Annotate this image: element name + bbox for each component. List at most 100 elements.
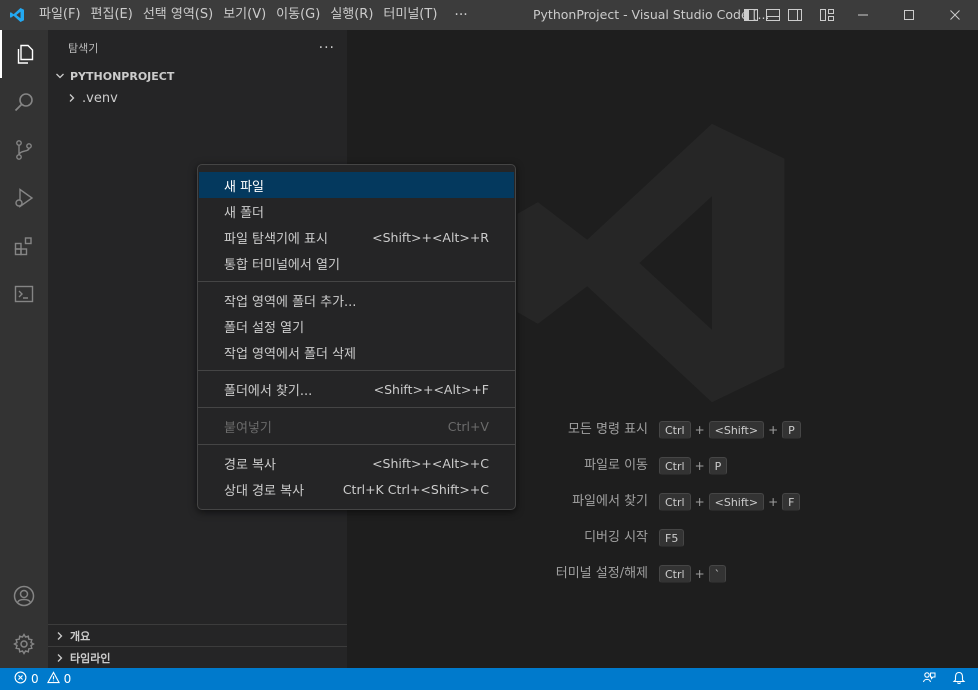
keycap: Ctrl — [659, 421, 691, 439]
problems-indicator[interactable]: 0 0 — [0, 671, 71, 687]
key-plus: + — [694, 567, 705, 581]
context-menu-item-label: 폴더 설정 열기 — [224, 320, 305, 336]
context-menu-item[interactable]: 통합 터미널에서 열기 — [198, 250, 515, 276]
run-debug-icon[interactable] — [0, 174, 48, 222]
shortcut-keys: Ctrl + P — [659, 457, 728, 475]
explorer-icon[interactable] — [0, 30, 48, 78]
window-title: PythonProject - Visual Studio Code [... — [533, 7, 770, 22]
project-section-header[interactable]: PYTHONPROJECT — [48, 65, 347, 87]
shortcut-hint-row: 디버깅 시작 F5 — [347, 526, 978, 550]
menu-item[interactable]: 선택 영역(S) — [138, 0, 218, 30]
keycap: Ctrl — [659, 493, 691, 511]
menu-item[interactable]: 이동(G) — [271, 0, 325, 30]
context-menu-item[interactable]: 작업 영역에서 폴더 삭제 — [198, 339, 515, 365]
context-menu-item[interactable]: 상대 경로 복사 Ctrl+K Ctrl+<Shift>+C — [198, 476, 515, 502]
menu-item[interactable]: 파일(F) — [34, 0, 86, 30]
context-menu-item-label: 상대 경로 복사 — [224, 483, 305, 499]
tree-item-label: .venv — [82, 90, 118, 106]
toggle-secondary-sidebar-icon[interactable] — [786, 0, 804, 30]
keycap: ` — [708, 565, 727, 583]
context-menu-item[interactable]: 파일 탐색기에 표시 <Shift>+<Alt>+R — [198, 224, 515, 250]
shortcut-hint-label: 모든 명령 표시 — [567, 422, 648, 437]
menu-item[interactable]: 터미널(T) — [378, 0, 442, 30]
minimize-icon[interactable] — [840, 0, 886, 30]
key-plus: + — [694, 459, 705, 473]
context-menu-item-label: 작업 영역에 폴더 추가... — [224, 294, 357, 310]
context-menu-item-label: 경로 복사 — [224, 457, 276, 473]
toggle-panel-icon[interactable] — [764, 0, 782, 30]
status-bar: 0 0 — [0, 668, 978, 690]
context-menu-item-label: 파일 탐색기에 표시 — [224, 231, 328, 247]
toggle-primary-sidebar-icon[interactable] — [742, 0, 760, 30]
menu-item[interactable]: 편집(E) — [86, 0, 138, 30]
context-menu-item-shortcut: <Shift>+<Alt>+C — [372, 455, 489, 471]
notifications-bell-icon[interactable] — [952, 671, 966, 688]
menu-more-icon[interactable]: ··· — [442, 7, 479, 23]
close-icon[interactable] — [932, 0, 978, 30]
key-plus: + — [768, 495, 779, 509]
shortcut-hint-label: 터미널 설정/해제 — [555, 566, 648, 581]
context-menu-item-label: 작업 영역에서 폴더 삭제 — [224, 346, 356, 362]
context-menu-item[interactable]: 붙여넣기 Ctrl+V — [198, 413, 515, 439]
settings-gear-icon[interactable] — [0, 620, 48, 668]
extensions-icon[interactable] — [0, 222, 48, 270]
context-menu-item[interactable]: 폴더에서 찾기... <Shift>+<Alt>+F — [198, 376, 515, 402]
error-count: 0 — [31, 672, 39, 686]
chevron-right-icon — [64, 90, 80, 106]
context-menu-item-label: 새 폴더 — [224, 205, 265, 221]
shortcut-hint-label: 파일에서 찾기 — [572, 494, 648, 509]
vscode-logo-icon — [0, 0, 34, 30]
search-icon[interactable] — [0, 78, 48, 126]
chevron-right-icon — [52, 650, 68, 666]
chevron-down-icon — [52, 68, 68, 84]
context-menu-item[interactable]: 폴더 설정 열기 — [198, 313, 515, 339]
keycap: F — [782, 493, 801, 511]
layout-controls — [742, 0, 836, 30]
activity-bar — [0, 30, 48, 668]
menu-separator — [198, 407, 515, 408]
maximize-icon[interactable] — [886, 0, 932, 30]
keycap: F5 — [659, 529, 685, 547]
account-icon[interactable] — [0, 572, 48, 620]
context-menu-item-label: 붙여넣기 — [224, 420, 272, 436]
context-menu-item[interactable]: 새 파일 — [199, 172, 514, 198]
outline-label: 개요 — [70, 629, 91, 643]
sidebar-header: 탐색기 ··· — [48, 30, 347, 65]
context-menu-item[interactable]: 작업 영역에 폴더 추가... — [198, 287, 515, 313]
error-icon — [14, 671, 27, 687]
title-bar: 파일(F) 편집(E) 선택 영역(S) 보기(V) 이동(G) 실행(R) 터미널(T) ·… — [0, 0, 978, 30]
context-menu-item[interactable]: 새 폴더 — [198, 198, 515, 224]
timeline-section-header[interactable]: 타임라인 — [48, 646, 347, 668]
sidebar-title: 탐색기 — [68, 41, 99, 55]
warning-icon — [46, 671, 60, 687]
shortcut-keys: Ctrl + <Shift> + F — [659, 493, 801, 511]
shortcut-hint-label: 디버깅 시작 — [584, 530, 648, 545]
shortcut-hint-row: 터미널 설정/해제 Ctrl + ` — [347, 562, 978, 586]
menu-separator — [198, 281, 515, 282]
window-controls — [840, 0, 978, 30]
keycap: P — [782, 421, 801, 439]
more-actions-icon[interactable]: ··· — [319, 40, 335, 56]
shortcut-keys: Ctrl + ` — [659, 565, 727, 583]
shortcut-keys: F5 — [659, 529, 685, 547]
context-menu-item-shortcut: <Shift>+<Alt>+R — [372, 229, 489, 245]
shortcut-hint-label: 파일로 이동 — [584, 458, 648, 473]
menu-item[interactable]: 실행(R) — [325, 0, 378, 30]
tree-item-venv[interactable]: .venv — [48, 87, 347, 109]
project-name: PYTHONPROJECT — [70, 69, 175, 83]
menu-item[interactable]: 보기(V) — [218, 0, 271, 30]
customize-layout-icon[interactable] — [818, 0, 836, 30]
terminal-icon[interactable] — [0, 270, 48, 318]
feedback-icon[interactable] — [922, 671, 936, 688]
context-menu: 새 파일새 폴더파일 탐색기에 표시 <Shift>+<Alt>+R 통합 터미널에… — [197, 164, 516, 510]
context-menu-item[interactable]: 경로 복사 <Shift>+<Alt>+C — [198, 450, 515, 476]
source-control-icon[interactable] — [0, 126, 48, 174]
keycap: <Shift> — [708, 421, 765, 439]
context-menu-item-label: 폴더에서 찾기... — [224, 383, 313, 399]
context-menu-item-label: 새 파일 — [224, 179, 265, 195]
outline-section-header[interactable]: 개요 — [48, 624, 347, 646]
key-plus: + — [694, 495, 705, 509]
keycap: Ctrl — [659, 565, 691, 583]
context-menu-item-shortcut: <Shift>+<Alt>+F — [373, 381, 489, 397]
key-plus: + — [768, 423, 779, 437]
